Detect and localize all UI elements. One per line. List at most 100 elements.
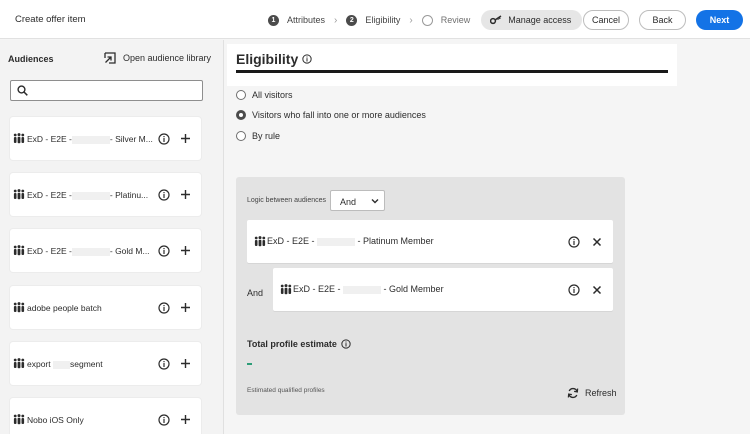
logic-dropdown[interactable]: And	[330, 190, 385, 211]
total-profile-estimate-label: Total profile estimate	[247, 339, 351, 349]
redacted-text	[53, 360, 70, 369]
audience-name: ExD - E2E - - Platinum Member	[267, 236, 434, 246]
step-number: 1	[268, 14, 279, 26]
radio-all-visitors[interactable]: All visitors	[236, 90, 293, 100]
add-icon[interactable]	[180, 358, 191, 371]
chevron-right-icon: ›	[409, 14, 413, 26]
step-label: Eligibility	[365, 15, 401, 25]
step-number: 2	[346, 14, 358, 26]
add-icon[interactable]	[180, 189, 191, 202]
radio-label: All visitors	[252, 90, 293, 100]
step-attributes[interactable]: 1 Attributes	[268, 14, 326, 26]
eligibility-heading: Eligibility	[236, 51, 312, 67]
radio-audiences[interactable]: Visitors who fall into one or more audie…	[236, 110, 426, 120]
open-in-icon	[104, 52, 116, 64]
info-icon[interactable]	[341, 339, 351, 349]
audience-card[interactable]: adobe people batch	[10, 286, 201, 329]
add-icon[interactable]	[180, 133, 191, 146]
add-icon[interactable]	[180, 414, 191, 427]
redacted-text	[317, 237, 356, 246]
people-group-icon	[13, 358, 25, 371]
redacted-text	[71, 191, 110, 200]
audience-card[interactable]: ExD - E2E -- Silver M...	[10, 117, 201, 160]
info-icon[interactable]	[158, 133, 170, 147]
audience-name: ExD - E2E -- Gold M...	[27, 246, 150, 256]
step-review[interactable]: Review	[421, 14, 471, 26]
and-label: And	[247, 288, 264, 298]
info-icon[interactable]	[568, 284, 580, 298]
next-button[interactable]: Next	[696, 10, 743, 30]
redacted-text	[343, 285, 382, 294]
step-label: Review	[440, 15, 471, 25]
estimated-qualified-profiles-label: Estimated qualified profiles	[247, 387, 325, 394]
info-icon[interactable]	[568, 236, 580, 250]
open-audience-library-label: Open audience library	[123, 53, 212, 63]
info-icon[interactable]	[158, 245, 170, 259]
add-icon[interactable]	[180, 245, 191, 258]
total-profile-estimate-text: Total profile estimate	[247, 339, 337, 349]
back-button[interactable]: Back	[639, 10, 686, 30]
stepper: 1 Attributes › 2 Eligibility › Review Ma…	[268, 10, 583, 30]
radio-label: Visitors who fall into one or more audie…	[252, 110, 426, 120]
selected-audiences-panel: Logic between audiences And ExD - E2E - …	[236, 177, 625, 415]
add-icon[interactable]	[180, 302, 191, 315]
audience-card[interactable]: export segment	[10, 342, 201, 385]
selected-audience-card: ExD - E2E - - Gold Member	[273, 268, 613, 311]
page-title: Create offer item	[15, 14, 86, 25]
step-number	[421, 14, 433, 26]
search-input[interactable]	[33, 83, 198, 98]
manage-access-label: Manage access	[508, 15, 572, 25]
key-icon	[490, 15, 502, 25]
search-icon	[17, 85, 28, 98]
info-icon[interactable]	[158, 414, 170, 428]
people-group-icon	[13, 302, 25, 315]
manage-access-button[interactable]: Manage access	[481, 10, 583, 30]
total-profile-estimate-value: -	[247, 363, 252, 365]
chevron-right-icon: ›	[334, 14, 338, 26]
audience-card[interactable]: Nobo iOS Only	[10, 398, 201, 434]
redacted-text	[71, 247, 110, 256]
audience-name: export segment	[27, 359, 103, 369]
audience-card[interactable]: ExD - E2E -- Gold M...	[10, 229, 201, 272]
heading-underline	[236, 70, 668, 73]
people-group-icon	[280, 284, 292, 297]
people-group-icon	[13, 414, 25, 427]
info-icon[interactable]	[302, 54, 312, 64]
redacted-text	[71, 135, 110, 144]
cancel-button[interactable]: Cancel	[583, 10, 629, 30]
chevron-down-icon	[370, 196, 380, 208]
audience-name: adobe people batch	[27, 303, 102, 313]
people-group-icon	[13, 189, 25, 202]
info-icon[interactable]	[158, 358, 170, 372]
radio-by-rule[interactable]: By rule	[236, 131, 280, 141]
close-icon[interactable]	[592, 237, 602, 249]
top-bar: Create offer item 1 Attributes › 2 Eligi…	[0, 0, 750, 39]
audience-card[interactable]: ExD - E2E -- Platinu...	[10, 173, 201, 216]
audience-name: Nobo iOS Only	[27, 415, 84, 425]
selected-audience-card: ExD - E2E - - Platinum Member	[247, 220, 613, 263]
audience-name: ExD - E2E - - Gold Member	[293, 284, 444, 294]
info-icon[interactable]	[158, 189, 170, 203]
radio-label: By rule	[252, 131, 281, 141]
step-label: Attributes	[287, 15, 326, 25]
radio-button[interactable]	[236, 131, 246, 141]
people-group-icon	[254, 236, 266, 249]
radio-button-selected[interactable]	[236, 110, 246, 120]
audience-name: ExD - E2E -- Silver M...	[27, 134, 153, 144]
radio-button[interactable]	[236, 90, 246, 100]
info-icon[interactable]	[158, 302, 170, 316]
people-group-icon	[13, 133, 25, 146]
audiences-sidebar: Audiences Open audience library ExD - E2…	[0, 40, 224, 434]
logic-value: And	[340, 197, 357, 207]
close-icon[interactable]	[592, 285, 602, 297]
audience-name: ExD - E2E -- Platinu...	[27, 190, 149, 200]
step-eligibility[interactable]: 2 Eligibility	[346, 14, 401, 26]
refresh-button[interactable]: Refresh	[567, 387, 617, 399]
refresh-label: Refresh	[585, 388, 617, 398]
sidebar-title: Audiences	[8, 54, 54, 64]
search-field[interactable]	[10, 80, 203, 101]
eligibility-header: Eligibility	[227, 44, 677, 86]
open-audience-library-link[interactable]: Open audience library	[104, 52, 211, 64]
people-group-icon	[13, 245, 25, 258]
logic-label: Logic between audiences	[247, 197, 327, 204]
